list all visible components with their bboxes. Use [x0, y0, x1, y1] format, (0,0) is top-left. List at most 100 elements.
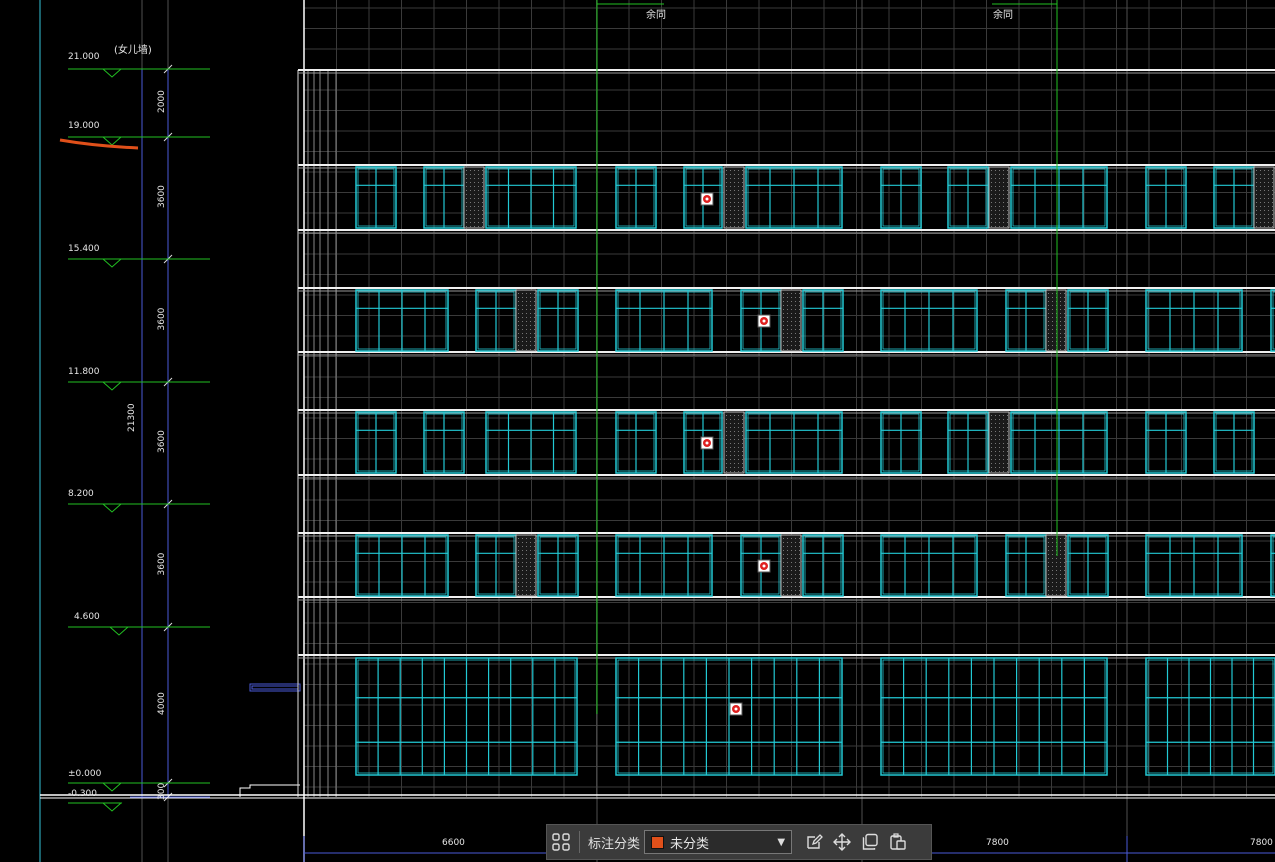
hatched-panels	[463, 166, 1275, 597]
window	[880, 411, 922, 474]
hatch-dot	[995, 202, 996, 203]
hatch-dot	[795, 341, 796, 342]
hatch-dot	[526, 570, 527, 571]
cad-drawing-canvas[interactable]: 21.000 19.000 15.400 11.800 8.200 4.600 ±0.000…	[0, 0, 1275, 862]
hatch-dot	[466, 190, 467, 191]
paste-icon[interactable]	[884, 828, 912, 856]
grid-icon[interactable]	[547, 828, 575, 856]
hatch-dot	[522, 582, 523, 583]
hatch-dot	[999, 174, 1000, 175]
hatch-dot	[783, 293, 784, 294]
hatch-dot	[999, 206, 1000, 207]
hatch-dot	[1048, 345, 1049, 346]
hatch-dot	[791, 329, 792, 330]
hatch-dot	[534, 329, 535, 330]
copy-icon[interactable]	[856, 828, 884, 856]
hatch-dot	[1052, 546, 1053, 547]
hatch-dot	[518, 329, 519, 330]
hatch-dot	[518, 341, 519, 342]
hatch-dot	[526, 321, 527, 322]
hatch-dot	[795, 325, 796, 326]
hatch-dot	[1064, 542, 1065, 543]
hatch-dot	[1048, 558, 1049, 559]
hatch-dot	[730, 427, 731, 428]
hatch-dot	[1264, 202, 1265, 203]
hatch-dot	[783, 325, 784, 326]
hatch-dot	[991, 190, 992, 191]
hatch-dot	[478, 226, 479, 227]
hatch-dot	[730, 226, 731, 227]
hatch-dot	[787, 582, 788, 583]
hatch-panel	[780, 534, 802, 597]
hatch-dot	[738, 419, 739, 420]
hatch-dot	[1064, 562, 1065, 563]
hatch-dot	[1052, 297, 1053, 298]
hatch-dot	[995, 174, 996, 175]
hatch-dot	[1060, 590, 1061, 591]
hatch-dot	[530, 333, 531, 334]
hatch-dot	[1003, 210, 1004, 211]
hatch-dot	[999, 210, 1000, 211]
hatch-dot	[1007, 471, 1008, 472]
hatch-dot	[795, 305, 796, 306]
hatch-dot	[995, 206, 996, 207]
move-icon[interactable]	[828, 828, 856, 856]
hatch-dot	[999, 190, 1000, 191]
hatch-dot	[734, 459, 735, 460]
hatch-dot	[738, 435, 739, 436]
hatch-dot	[526, 345, 527, 346]
hatch-panel	[988, 411, 1010, 474]
hatch-dot	[738, 459, 739, 460]
window	[1145, 411, 1187, 474]
hatch-dot	[991, 178, 992, 179]
hatch-dot	[799, 305, 800, 306]
hatch-dot	[726, 222, 727, 223]
hatch-dot	[726, 174, 727, 175]
hatch-dot	[726, 194, 727, 195]
hatch-dot	[534, 570, 535, 571]
orange-annotation-stroke	[59, 138, 139, 150]
hatch-dot	[999, 459, 1000, 460]
hatch-dot	[734, 194, 735, 195]
hatch-dot	[534, 566, 535, 567]
hatch-dot	[787, 558, 788, 559]
hatch-dot	[1048, 297, 1049, 298]
hatch-dot	[791, 337, 792, 338]
hatch-dot	[1007, 415, 1008, 416]
hatch-dot	[530, 309, 531, 310]
hatch-dot	[526, 349, 527, 350]
hatch-dot	[518, 321, 519, 322]
hatch-dot	[726, 202, 727, 203]
hatch-dot	[1052, 337, 1053, 338]
hatch-dot	[1052, 574, 1053, 575]
hatch-dot	[742, 218, 743, 219]
bottom-dim-3: 7800	[1250, 838, 1273, 848]
hatch-dot	[1052, 570, 1053, 571]
hatch-dot	[1060, 341, 1061, 342]
category-dropdown[interactable]: 未分类 ▼	[644, 830, 793, 854]
hatch-dot	[730, 471, 731, 472]
hatch-dot	[783, 538, 784, 539]
hatch-dot	[518, 570, 519, 571]
edit-icon[interactable]	[800, 828, 828, 856]
hatch-dot	[799, 297, 800, 298]
hatch-dot	[738, 415, 739, 416]
window	[1145, 657, 1275, 776]
hatch-dot	[730, 182, 731, 183]
hatch-dot	[787, 550, 788, 551]
hatch-dot	[1048, 329, 1049, 330]
hatch-dot	[1052, 550, 1053, 551]
hatch-dot	[470, 210, 471, 211]
hatch-dot	[1064, 341, 1065, 342]
hatch-dot	[795, 317, 796, 318]
hatch-dot	[799, 538, 800, 539]
elevation-label: 19.000	[68, 121, 100, 131]
hatch-dot	[1064, 586, 1065, 587]
hatch-dot	[999, 451, 1000, 452]
hatch-dot	[518, 301, 519, 302]
hatch-dot	[991, 222, 992, 223]
hatch-dot	[530, 341, 531, 342]
hatch-dot	[730, 459, 731, 460]
hatch-dot	[783, 542, 784, 543]
hatch-dot	[999, 419, 1000, 420]
